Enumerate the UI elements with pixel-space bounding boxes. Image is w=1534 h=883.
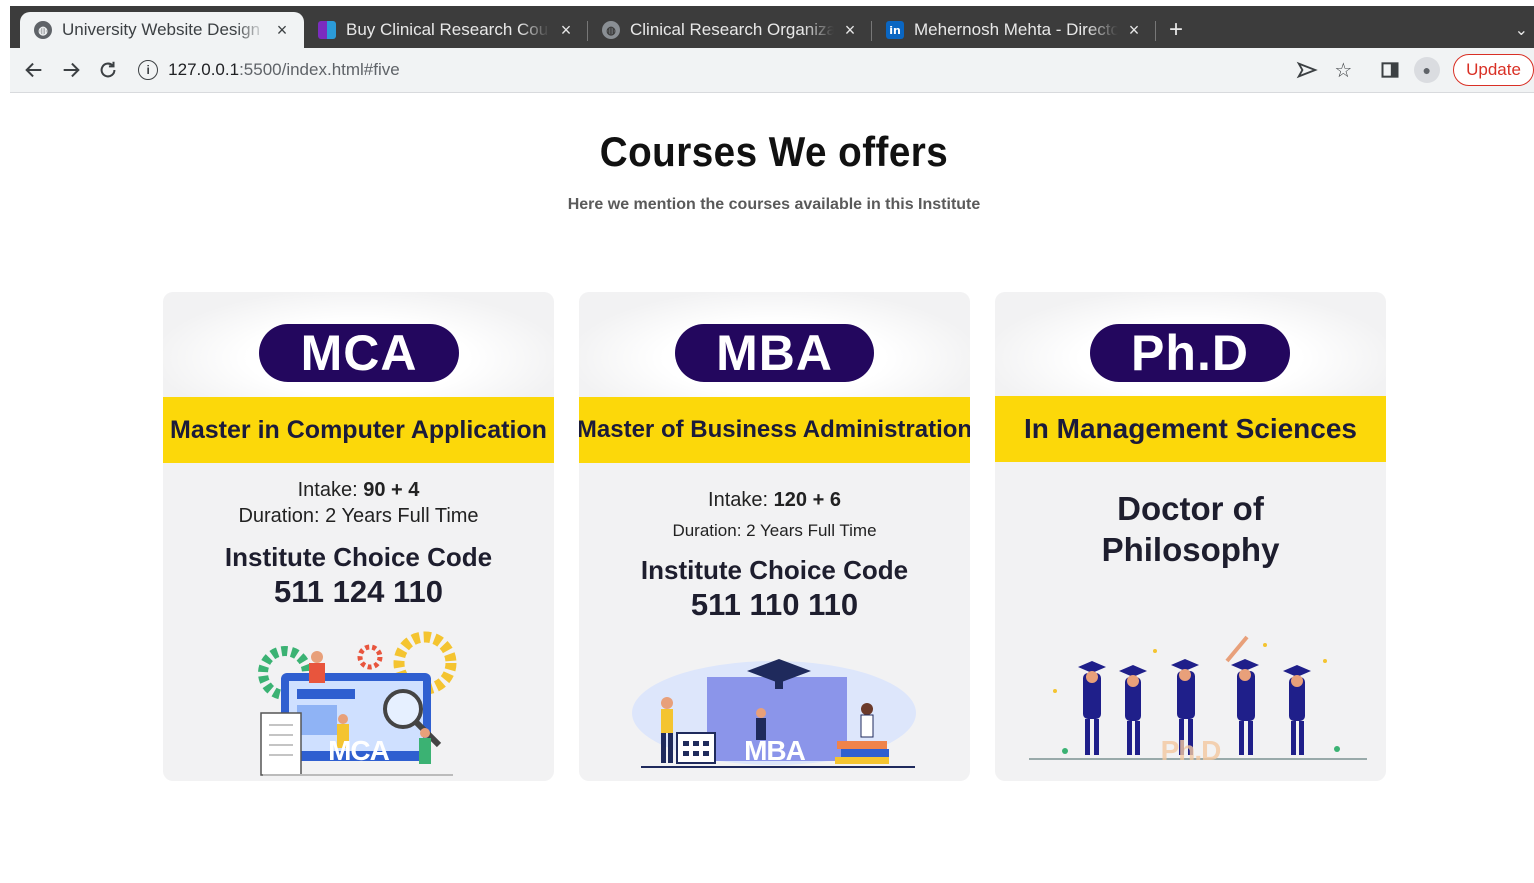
tab-title: Buy Clinical Research Course — [346, 20, 550, 39]
close-icon[interactable]: × — [1124, 20, 1144, 41]
profile-button[interactable]: ● — [1408, 51, 1445, 89]
course-card-mca[interactable]: MCA Master in Computer Application Intak… — [163, 292, 554, 781]
section-subtitle: Here we mention the courses available in… — [567, 196, 981, 213]
duration-line: Duration: 2 Years Full Time — [238, 505, 479, 527]
choice-code-label: Institute Choice Code — [640, 555, 909, 585]
intake-line: Intake: 90 + 4 — [163, 479, 554, 502]
degree-title-line-2: Philosophy — [1101, 531, 1280, 568]
arrow-left-icon — [25, 62, 42, 78]
illustration-label: MBA — [744, 735, 806, 766]
intake-value: 120 + 6 — [773, 489, 841, 511]
duration-line: Duration: 2 Years Full Time — [672, 521, 877, 540]
bookmark-star-icon[interactable]: ☆ — [1325, 51, 1362, 89]
illustration-label: MCA — [328, 735, 390, 766]
update-button[interactable]: Update — [1453, 54, 1534, 86]
new-tab-button[interactable]: + — [1156, 12, 1196, 48]
address-url: 127.0.0.1:5500/index.html#five — [168, 60, 400, 80]
browser-toolbar: i 127.0.0.1:5500/index.html#five ☆ ● Upd… — [10, 48, 1534, 93]
close-icon[interactable]: × — [840, 20, 860, 41]
tab-search-chevron-icon[interactable]: ⌄ — [1515, 20, 1528, 40]
intake-value: 90 + 4 — [363, 479, 420, 501]
side-panel-icon[interactable] — [1372, 51, 1409, 89]
choice-code-label: Institute Choice Code — [224, 542, 493, 572]
course-card-phd[interactable]: Ph.D In Management Sciences Doctor of Ph… — [995, 292, 1386, 781]
degree-title-line-1: Doctor of — [1117, 490, 1264, 527]
send-icon[interactable] — [1288, 51, 1325, 89]
avatar: ● — [1413, 57, 1440, 83]
intake-label: Intake: — [708, 489, 769, 511]
choice-code: 511 124 110 — [274, 574, 443, 609]
tab-title: University Website Design — [62, 20, 261, 39]
course-band: In Management Sciences — [995, 396, 1386, 462]
section-title: Courses We offers — [599, 128, 949, 175]
illustration-label: Ph.D — [1160, 735, 1222, 766]
intake-label: Intake: — [297, 479, 358, 501]
address-bar[interactable]: i 127.0.0.1:5500/index.html#five — [132, 52, 1289, 88]
choice-code: 511 110 110 — [690, 587, 859, 622]
course-badge: MCA — [259, 324, 459, 382]
brand-logo-icon — [318, 21, 336, 39]
tab-title: Clinical Research Organization — [630, 20, 834, 39]
browser-tab-clinical-org[interactable]: ◍ Clinical Research Organization × — [588, 12, 872, 48]
url-host: 127.0.0.1 — [168, 60, 240, 79]
reload-button[interactable] — [89, 51, 126, 89]
browser-tab-university[interactable]: ◍ University Website Design × — [20, 12, 304, 48]
course-badge: Ph.D — [1090, 324, 1290, 382]
arrow-right-icon — [63, 62, 80, 78]
course-badge: MBA — [675, 324, 874, 382]
course-band: Master in Computer Application — [163, 397, 554, 463]
course-card-mba[interactable]: MBA Master of Business Administration In… — [579, 292, 970, 781]
browser-tab-linkedin[interactable]: in Mehernosh Mehta - Director × — [872, 12, 1156, 48]
tab-title: Mehernosh Mehta - Director — [914, 20, 1118, 39]
site-info-icon[interactable]: i — [138, 60, 159, 80]
back-button[interactable] — [16, 51, 53, 89]
browser-tab-clinical-course[interactable]: Buy Clinical Research Course × — [304, 12, 588, 48]
reload-icon — [100, 61, 116, 78]
globe-icon: ◍ — [34, 21, 52, 39]
intake-line: Intake: 120 + 6 — [579, 489, 970, 512]
linkedin-icon: in — [886, 21, 904, 39]
url-path: :5500/index.html#five — [239, 60, 400, 79]
course-band: Master of Business Administration — [579, 397, 970, 463]
close-icon[interactable]: × — [556, 20, 576, 41]
forward-button[interactable] — [53, 51, 90, 89]
tab-strip: ◍ University Website Design × Buy Clinic… — [10, 6, 1534, 48]
close-icon[interactable]: × — [272, 20, 292, 41]
globe-icon: ◍ — [602, 21, 620, 39]
